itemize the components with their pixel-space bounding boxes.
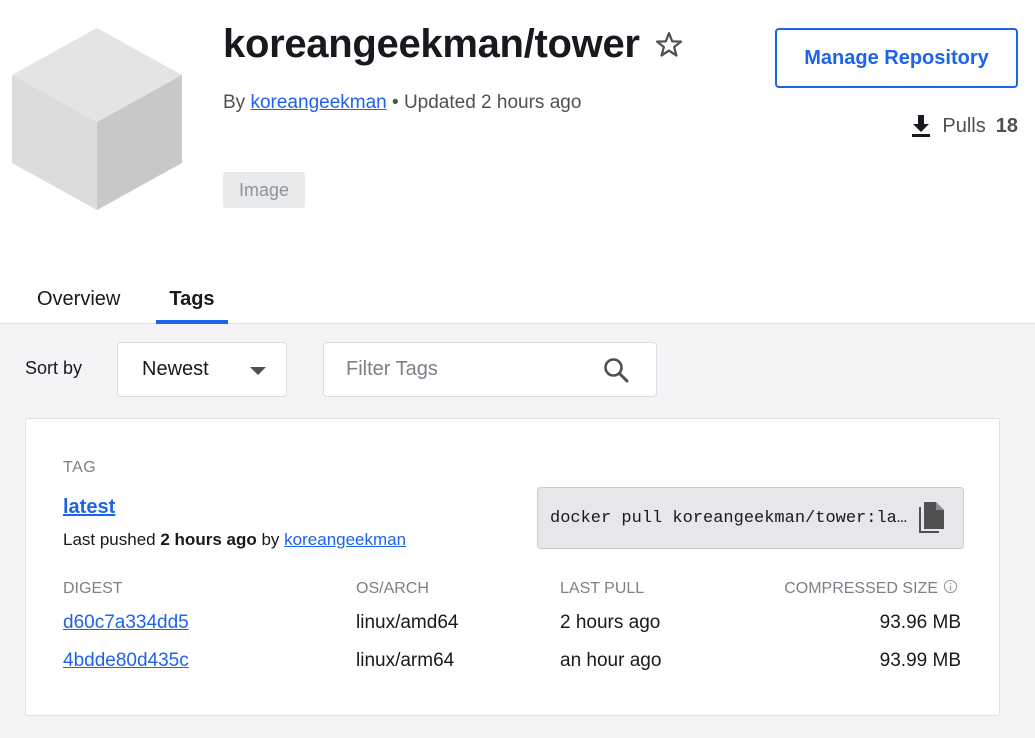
manage-repository-button[interactable]: Manage Repository	[775, 28, 1018, 88]
image-badge: Image	[223, 172, 305, 208]
caret-down-icon	[250, 367, 266, 375]
download-icon	[912, 115, 931, 137]
os-arch-value: linux/arm64	[356, 650, 455, 671]
copy-icon[interactable]	[917, 501, 947, 535]
col-header-digest: DIGEST	[63, 580, 123, 597]
filter-tags-input[interactable]	[324, 343, 584, 396]
pull-command-text: docker pull koreangeekman/tower:latest	[550, 509, 912, 528]
updated-text: • Updated 2 hours ago	[392, 92, 582, 113]
tag-card: TAG latest Last pushed 2 hours ago by ko…	[25, 418, 1000, 716]
tab-tags[interactable]: Tags	[156, 280, 228, 324]
pull-command-box: docker pull koreangeekman/tower:latest	[537, 487, 964, 549]
cube-icon	[12, 28, 182, 210]
digest-link[interactable]: 4bdde80d435c	[63, 650, 189, 672]
pushed-time: 2 hours ago	[160, 530, 257, 549]
last-pull-value: 2 hours ago	[560, 612, 661, 633]
size-value: 93.96 MB	[879, 612, 961, 633]
table-row: d60c7a334dd5 linux/amd64 2 hours ago 93.…	[26, 612, 1001, 642]
sort-value: Newest	[142, 358, 209, 380]
last-pull-value: an hour ago	[560, 650, 662, 671]
search-icon[interactable]	[602, 356, 630, 384]
os-arch-value: linux/amd64	[356, 612, 459, 633]
col-header-os-arch: OS/ARCH	[356, 580, 429, 597]
col-header-compressed-size: COMPRESSED SIZE	[784, 580, 938, 597]
pulls-count: 18	[995, 114, 1018, 137]
last-pushed-text: Last pushed 2 hours ago by koreangeekman	[63, 530, 406, 550]
table-row: 4bdde80d435c linux/arm64 an hour ago 93.…	[26, 650, 1001, 680]
pulls-label: Pulls	[942, 114, 986, 137]
repo-header: koreangeekman/tower By koreangeekman • U…	[0, 0, 1035, 324]
tab-bar: Overview Tags	[21, 280, 228, 324]
tag-name-link[interactable]: latest	[63, 496, 115, 519]
owner-link[interactable]: koreangeekman	[250, 92, 386, 113]
pushed-by-link[interactable]: koreangeekman	[284, 530, 406, 549]
col-header-last-pull: LAST PULL	[560, 580, 645, 597]
digest-link[interactable]: d60c7a334dd5	[63, 612, 189, 634]
info-icon[interactable]	[943, 579, 958, 594]
repo-title: koreangeekman/tower	[223, 22, 640, 66]
pulls-stat: Pulls 18	[910, 114, 1018, 138]
pushed-prefix: Last pushed	[63, 530, 156, 549]
repo-byline: By koreangeekman • Updated 2 hours ago	[223, 92, 581, 114]
repo-title-row: koreangeekman/tower	[223, 22, 684, 67]
star-outline-icon[interactable]	[654, 30, 684, 60]
tab-overview[interactable]: Overview	[21, 280, 136, 324]
tag-section-label: TAG	[63, 459, 97, 476]
size-value: 93.99 MB	[879, 650, 961, 671]
byline-prefix: By	[223, 92, 246, 113]
filter-tags-field	[323, 342, 657, 397]
sort-select[interactable]: Newest	[117, 342, 287, 397]
sort-label: Sort by	[25, 358, 83, 378]
pushed-by-prefix: by	[261, 530, 280, 549]
